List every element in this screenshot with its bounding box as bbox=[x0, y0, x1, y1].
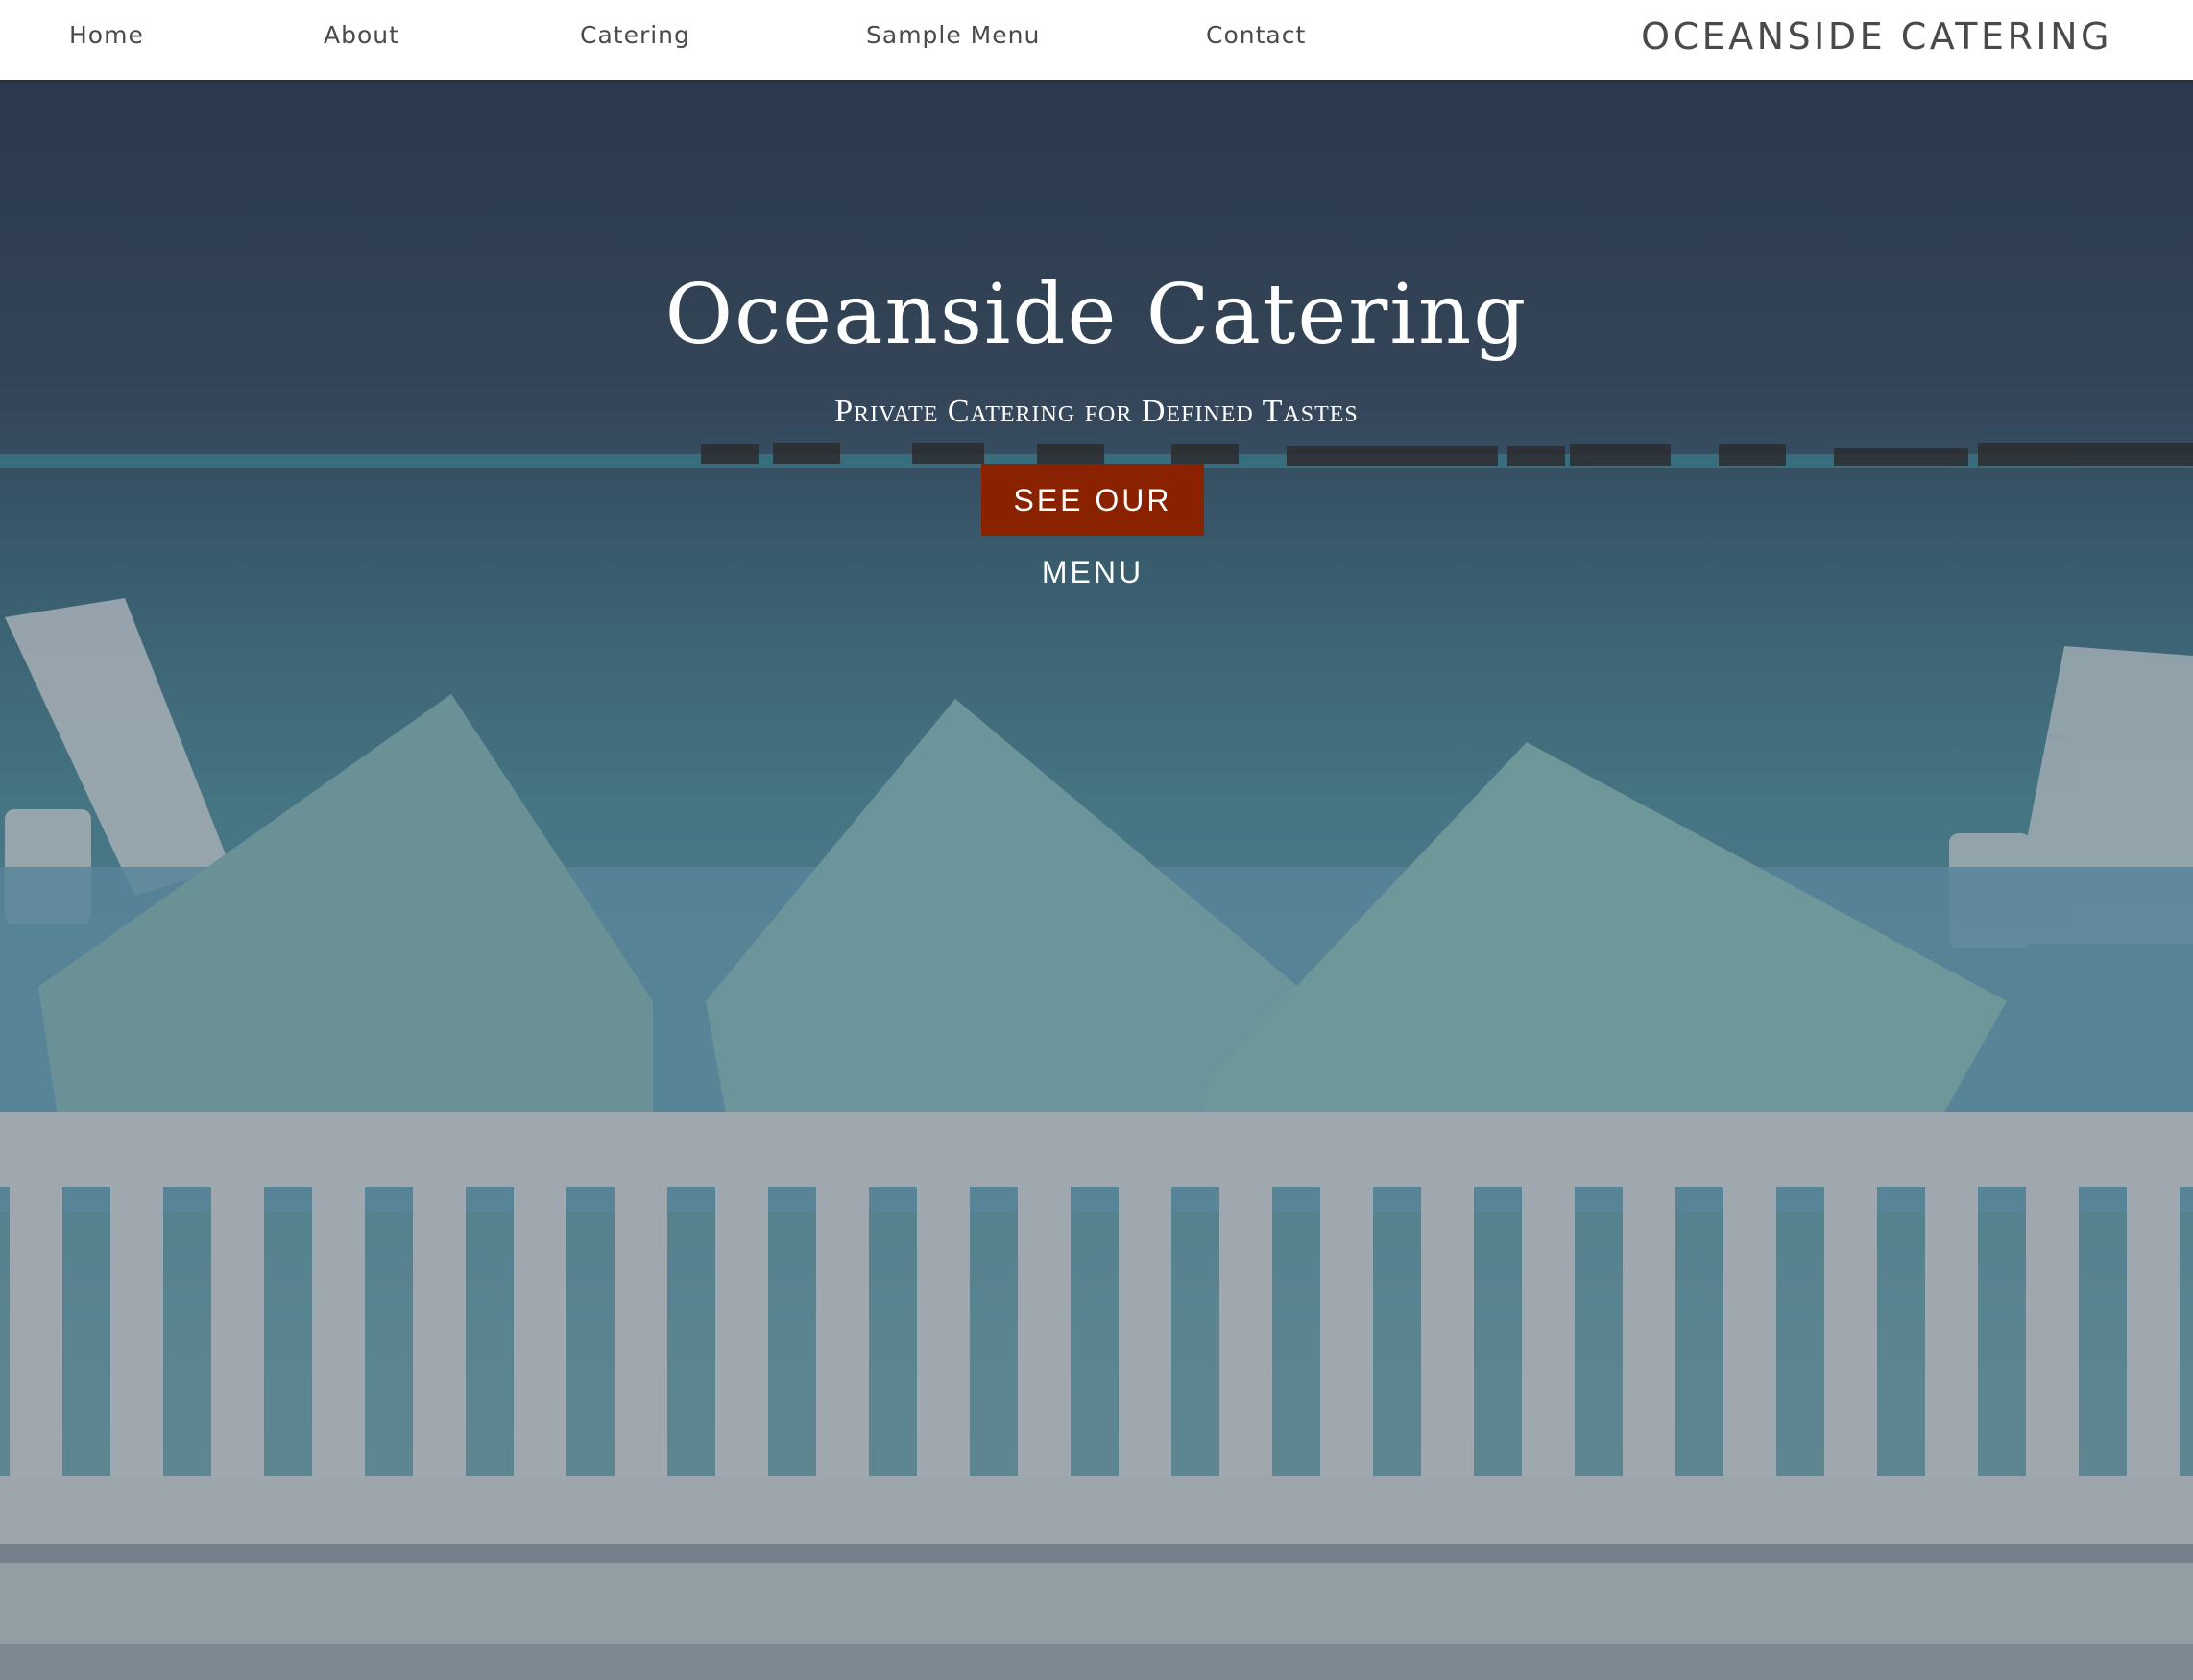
nav-catering-link[interactable]: Catering bbox=[580, 21, 690, 49]
nav-contact-link[interactable]: Contact bbox=[1206, 21, 1306, 49]
top-navbar: Home About Catering Sample Menu Contact … bbox=[0, 0, 2193, 80]
hero-subtitle: Private Catering for Defined Tastes bbox=[834, 394, 1359, 429]
hero-section: Oceanside Catering Private Catering for … bbox=[0, 80, 2193, 1680]
see-our-menu-button[interactable]: SEE OUR MENU bbox=[981, 464, 1204, 589]
hero-title: Oceanside Catering bbox=[664, 267, 1529, 363]
nav-sample-menu-link[interactable]: Sample Menu bbox=[866, 21, 1040, 49]
nav-about-link[interactable]: About bbox=[324, 21, 399, 49]
nav-home-link[interactable]: Home bbox=[69, 21, 144, 49]
brand-logo-text[interactable]: OCEANSIDE CATERING bbox=[1641, 15, 2112, 58]
